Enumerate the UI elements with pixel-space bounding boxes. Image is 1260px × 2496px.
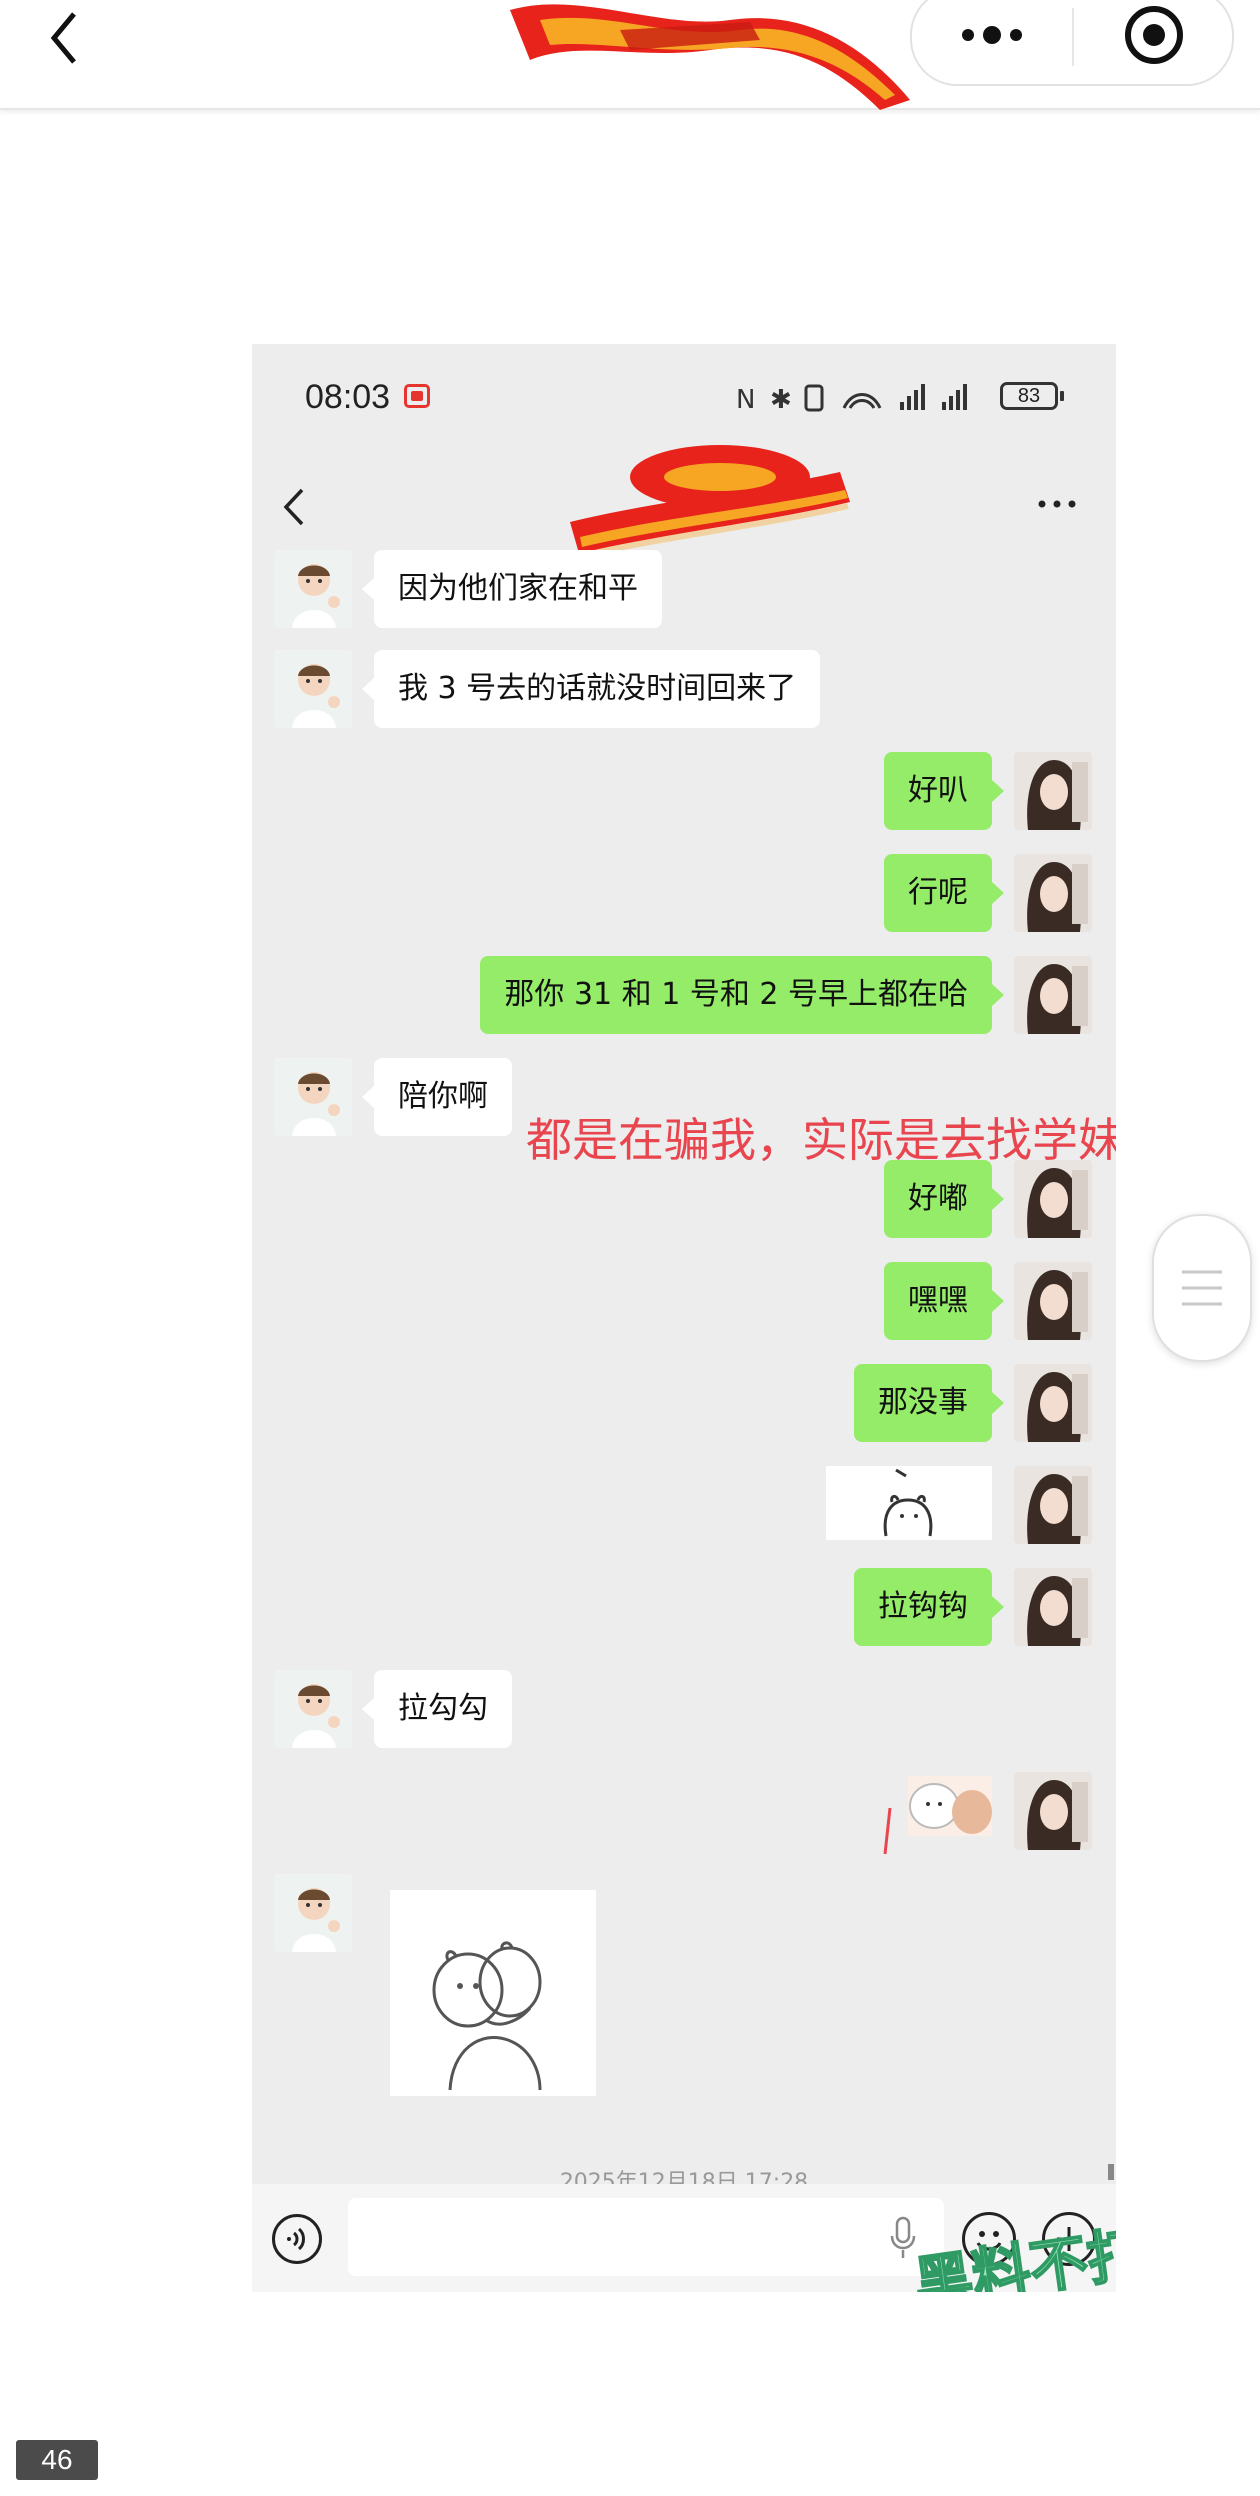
top-bar <box>0 0 1260 110</box>
chevron-left-icon[interactable] <box>280 482 310 532</box>
contact-avatar[interactable] <box>274 1670 352 1748</box>
battery-tip <box>1060 391 1064 401</box>
screen-record-icon <box>404 384 430 408</box>
message-bubble-sent[interactable]: 拉钩钩 <box>854 1568 1004 1646</box>
message-bubble-sent[interactable]: 行呢 <box>884 854 1004 932</box>
record-circle-icon[interactable] <box>1072 0 1232 84</box>
page-number-badge: 46 <box>16 2440 98 2480</box>
back-icon[interactable] <box>40 6 88 66</box>
self-avatar[interactable] <box>1014 854 1092 932</box>
contact-avatar[interactable] <box>274 1058 352 1136</box>
message-bubble-sent[interactable]: 好叭 <box>884 752 1004 830</box>
contact-avatar[interactable] <box>274 550 352 628</box>
message-bubble-sent[interactable]: 那没事 <box>854 1364 1004 1442</box>
status-bar: 08:03 N ✱ 83 <box>252 344 1116 444</box>
message-bubble-received[interactable]: 我 3 号去的话就没时间回来了 <box>361 650 821 728</box>
floating-menu-handle[interactable] <box>1152 1214 1252 1362</box>
contact-avatar[interactable] <box>274 1874 352 1952</box>
hugging-bear-sticker-icon <box>432 1941 542 2091</box>
ribbon-sticker-icon <box>510 4 910 110</box>
message-bubble-sent[interactable]: 那你 31 和 1 号和 2 号早上都在哈 <box>480 956 1004 1034</box>
self-avatar[interactable] <box>1014 956 1092 1034</box>
self-avatar[interactable] <box>1014 752 1092 830</box>
message-bubble-sent[interactable]: 好嘟 <box>884 1160 1004 1238</box>
bear-sticker-icon <box>909 1783 992 1834</box>
self-avatar[interactable] <box>1014 1160 1092 1238</box>
list-lines-icon <box>1182 1270 1222 1306</box>
contact-avatar[interactable] <box>274 650 352 728</box>
more-dots-icon[interactable] <box>1032 484 1082 524</box>
watermark-title: 黑料不打烊 <box>909 2210 1116 2292</box>
voice-icon[interactable] <box>272 2214 322 2264</box>
svg-text:✱: ✱ <box>770 385 792 415</box>
self-avatar[interactable] <box>1014 1568 1092 1646</box>
more-dots-icon[interactable] <box>912 0 1072 84</box>
sticker-message[interactable] <box>826 1466 992 1540</box>
chat-screenshot: 08:03 N ✱ 83 因为他们家在和平 我 3 号去的话就没时间回来了 好叭… <box>252 344 1116 2292</box>
status-time: 08:03 <box>305 378 391 416</box>
battery-indicator: 83 <box>1000 382 1058 410</box>
sticker-message[interactable] <box>390 1890 596 2096</box>
svg-text:N: N <box>736 385 755 415</box>
self-avatar[interactable] <box>1014 1466 1092 1544</box>
red-mark-icon <box>883 1807 892 1855</box>
overlay-caption: 都是在骗我，实际是去找学妹 <box>526 1113 1116 1167</box>
bear-sticker-icon <box>883 1468 933 1537</box>
capsule-menu <box>910 0 1234 86</box>
sticker-message[interactable] <box>908 1776 992 1836</box>
message-bubble-received[interactable]: 因为他们家在和平 <box>362 550 662 628</box>
message-bubble-received[interactable]: 陪你啊 <box>362 1058 512 1136</box>
self-avatar[interactable] <box>1014 1262 1092 1340</box>
self-avatar[interactable] <box>1014 1772 1092 1850</box>
watermark: 黑料不打烊 https://abdy38.com <box>722 2107 1116 2292</box>
message-bubble-received[interactable]: 拉勾勾 <box>362 1670 512 1748</box>
message-bubble-sent[interactable]: 嘿嘿 <box>884 1262 1004 1340</box>
self-avatar[interactable] <box>1014 1364 1092 1442</box>
